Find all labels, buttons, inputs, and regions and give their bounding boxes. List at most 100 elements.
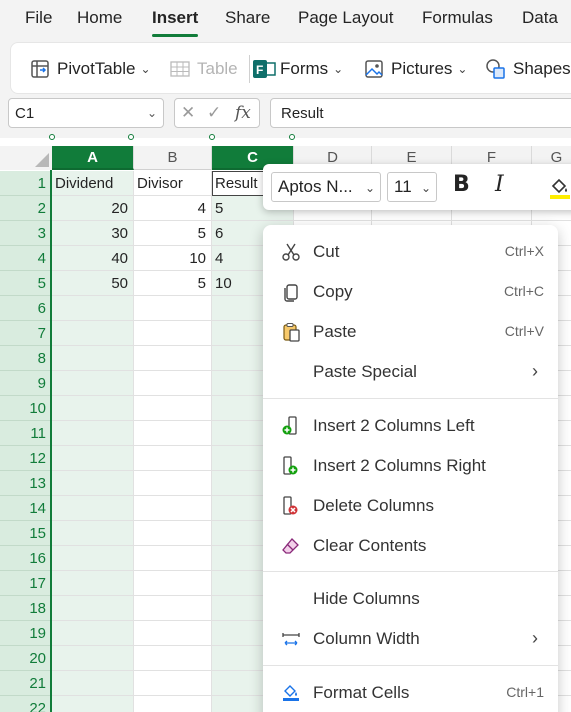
cell[interactable] (134, 496, 212, 521)
cell[interactable]: 30 (52, 221, 134, 246)
menu-item-paste-special[interactable]: Paste Special › (263, 352, 558, 392)
tab-file[interactable]: File (25, 8, 52, 28)
cell[interactable] (134, 371, 212, 396)
tab-page-layout[interactable]: Page Layout (298, 8, 393, 28)
cell[interactable] (134, 671, 212, 696)
row-header[interactable]: 18 (0, 596, 52, 621)
cell[interactable] (52, 471, 134, 496)
cell[interactable] (52, 446, 134, 471)
row-header[interactable]: 10 (0, 396, 52, 421)
cell[interactable] (52, 621, 134, 646)
confirm-icon[interactable]: ✓ (207, 103, 221, 123)
cell[interactable] (52, 421, 134, 446)
menu-item-insert-columns-left[interactable]: Insert 2 Columns Left (263, 406, 558, 446)
tab-share[interactable]: Share (225, 8, 270, 28)
cell[interactable]: 50 (52, 271, 134, 296)
cell[interactable]: 5 (134, 271, 212, 296)
cell[interactable] (52, 296, 134, 321)
row-header[interactable]: 20 (0, 646, 52, 671)
cell[interactable] (52, 521, 134, 546)
italic-button[interactable]: I (495, 172, 504, 197)
row-header[interactable]: 2 (0, 196, 52, 221)
cell[interactable] (52, 546, 134, 571)
cell[interactable] (52, 696, 134, 712)
selection-handle[interactable] (128, 134, 134, 140)
menu-item-delete-columns[interactable]: Delete Columns (263, 486, 558, 526)
menu-item-format-cells[interactable]: Format Cells Ctrl+1 (263, 673, 558, 712)
cell[interactable]: 10 (134, 246, 212, 271)
cell[interactable]: 40 (52, 246, 134, 271)
menu-item-cut[interactable]: Cut Ctrl+X (263, 232, 558, 272)
cell[interactable]: 5 (134, 221, 212, 246)
tab-home[interactable]: Home (77, 8, 122, 28)
cell[interactable] (134, 421, 212, 446)
cell[interactable] (52, 646, 134, 671)
cell[interactable] (134, 696, 212, 712)
tab-formulas[interactable]: Formulas (422, 8, 493, 28)
cell[interactable] (52, 346, 134, 371)
cell[interactable] (52, 396, 134, 421)
row-header[interactable]: 4 (0, 246, 52, 271)
row-header[interactable]: 8 (0, 346, 52, 371)
cell[interactable] (134, 621, 212, 646)
select-all-button[interactable] (0, 146, 52, 170)
row-header[interactable]: 16 (0, 546, 52, 571)
cell[interactable] (52, 371, 134, 396)
pivottable-button[interactable]: PivotTable ⌄ (29, 57, 151, 81)
row-header[interactable]: 14 (0, 496, 52, 521)
row-header[interactable]: 17 (0, 571, 52, 596)
row-header[interactable]: 1 (0, 171, 52, 196)
row-header[interactable]: 7 (0, 321, 52, 346)
name-box[interactable]: C1 ⌄ (8, 98, 164, 128)
font-size-select[interactable]: 11 ⌄ (387, 172, 437, 202)
insert-function-icon[interactable]: fx (235, 103, 251, 123)
row-header[interactable]: 13 (0, 471, 52, 496)
cell[interactable] (134, 521, 212, 546)
cell[interactable] (52, 596, 134, 621)
menu-item-paste[interactable]: Paste Ctrl+V (263, 312, 558, 352)
cell[interactable] (52, 671, 134, 696)
selection-handle[interactable] (209, 134, 215, 140)
tab-insert[interactable]: Insert (152, 8, 198, 28)
font-name-select[interactable]: Aptos N... ⌄ (271, 172, 381, 202)
cell[interactable] (134, 596, 212, 621)
cancel-icon[interactable]: ✕ (181, 103, 195, 123)
fill-color-icon[interactable] (548, 176, 571, 200)
row-header[interactable]: 15 (0, 521, 52, 546)
cell[interactable]: 4 (134, 196, 212, 221)
cell[interactable] (134, 471, 212, 496)
menu-item-hide-columns[interactable]: Hide Columns (263, 579, 558, 619)
selection-handle[interactable] (49, 134, 55, 140)
menu-item-column-width[interactable]: Column Width › (263, 619, 558, 659)
pictures-button[interactable]: Pictures ⌄ (363, 57, 467, 81)
cell[interactable]: Divisor (134, 171, 212, 196)
cell[interactable] (134, 296, 212, 321)
row-header[interactable]: 5 (0, 271, 52, 296)
cell[interactable] (52, 321, 134, 346)
bold-button[interactable]: B (453, 172, 470, 197)
tab-data[interactable]: Data (522, 8, 558, 28)
cell[interactable] (134, 646, 212, 671)
cell[interactable] (134, 571, 212, 596)
row-header[interactable]: 9 (0, 371, 52, 396)
column-header-a[interactable]: A (52, 146, 134, 170)
cell[interactable]: 20 (52, 196, 134, 221)
menu-item-copy[interactable]: Copy Ctrl+C (263, 272, 558, 312)
cell[interactable]: Dividend (52, 171, 134, 196)
cell[interactable] (134, 396, 212, 421)
menu-item-clear-contents[interactable]: Clear Contents (263, 526, 558, 566)
selection-handle[interactable] (289, 134, 295, 140)
menu-item-insert-columns-right[interactable]: Insert 2 Columns Right (263, 446, 558, 486)
formula-input[interactable]: Result (270, 98, 571, 128)
row-header[interactable]: 3 (0, 221, 52, 246)
row-header[interactable]: 22 (0, 696, 52, 712)
cell[interactable] (134, 346, 212, 371)
cell[interactable] (134, 321, 212, 346)
forms-button[interactable]: F Forms ⌄ (252, 57, 343, 81)
cell[interactable] (52, 571, 134, 596)
row-header[interactable]: 21 (0, 671, 52, 696)
chevron-down-icon[interactable]: ⌄ (147, 106, 157, 120)
table-button[interactable]: Table (169, 57, 238, 81)
row-header[interactable]: 19 (0, 621, 52, 646)
row-header[interactable]: 6 (0, 296, 52, 321)
